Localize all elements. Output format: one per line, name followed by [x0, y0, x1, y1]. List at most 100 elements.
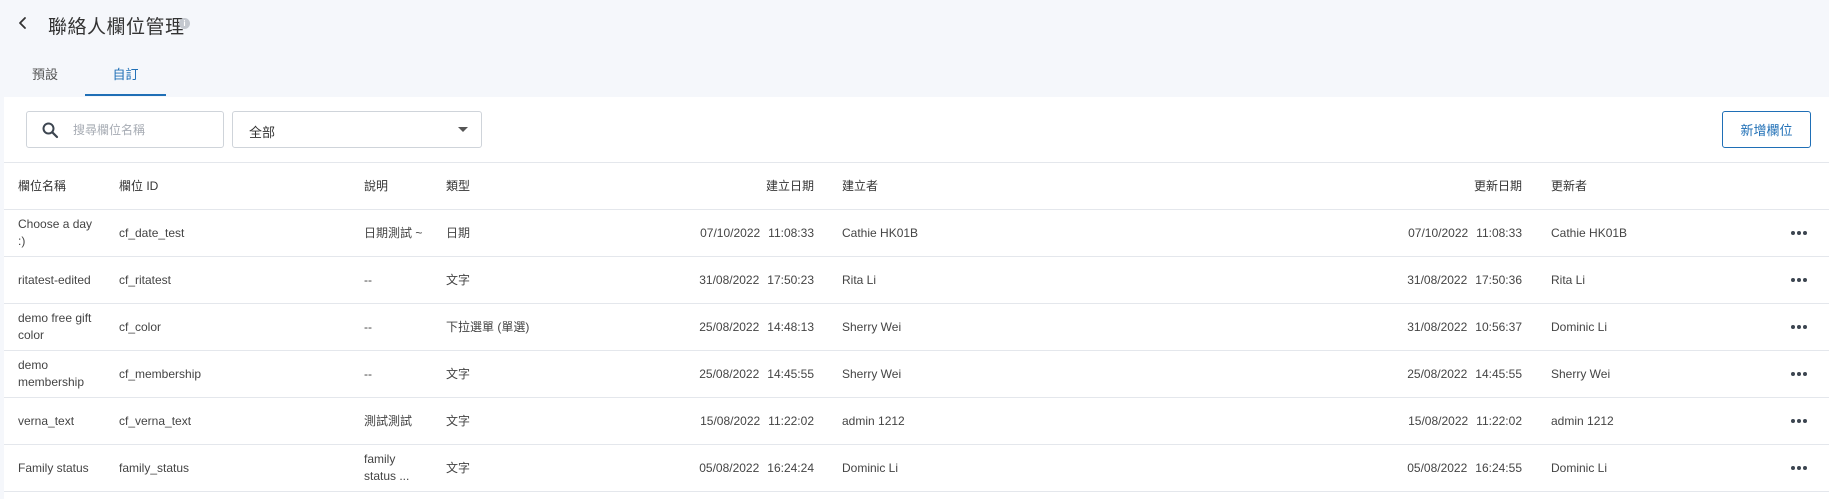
creator: Dominic Li: [842, 460, 899, 475]
created-time: 17:50:23: [767, 272, 814, 287]
updated-time: 14:45:55: [1475, 366, 1522, 381]
creator: Cathie HK01B: [842, 225, 919, 240]
search-input[interactable]: [73, 120, 213, 140]
field-desc: --: [364, 319, 372, 334]
info-icon[interactable]: i: [179, 18, 190, 29]
page-header: 聯絡人欄位管理 i: [0, 0, 1829, 50]
updated-datetime: 31/08/2022 17:50:36: [1204, 257, 1522, 303]
updated-datetime: 31/08/2022 10:56:37: [1204, 304, 1522, 350]
creator: admin 1212: [842, 413, 905, 428]
search-icon: [42, 122, 59, 139]
tab-custom[interactable]: 自訂: [85, 62, 166, 96]
field-id: cf_membership: [119, 366, 202, 381]
created-time: 11:22:02: [768, 413, 814, 428]
field-desc: family status ...: [364, 452, 410, 483]
field-id: family_status: [119, 460, 190, 475]
row-actions: [1784, 257, 1814, 303]
updated-date: 25/08/2022: [1407, 366, 1468, 381]
created-date: 07/10/2022: [700, 225, 761, 240]
created-datetime: 25/08/2022 14:45:55: [604, 351, 814, 397]
field-name: demo membership: [18, 358, 85, 389]
field-type: 下拉選單 (單選): [446, 319, 530, 334]
field-desc: 日期測試 ~: [364, 225, 423, 240]
header-updater[interactable]: 更新者: [1551, 163, 1711, 209]
chevron-down-icon: [458, 127, 468, 132]
table-row[interactable]: ritatest-edited cf_ritatest -- 文字 31/08/2022…: [4, 257, 1829, 304]
updater: Sherry Wei: [1551, 366, 1611, 381]
fields-table: 欄位名稱 欄位 ID 說明 類型 建立日期 建立者 更新日期 更新者 Choos…: [4, 163, 1829, 492]
created-datetime: 31/08/2022 17:50:23: [604, 257, 814, 303]
created-datetime: 05/08/2022 16:24:24: [604, 445, 814, 491]
created-time: 16:24:24: [767, 460, 814, 475]
field-name: Family status: [18, 460, 89, 475]
table-row[interactable]: Family status family_status family status …: [4, 445, 1829, 492]
more-options-icon[interactable]: [1791, 372, 1807, 376]
updater: admin 1212: [1551, 413, 1614, 428]
field-desc: --: [364, 272, 372, 287]
creator: Rita Li: [842, 272, 877, 287]
tab-default[interactable]: 預設: [20, 62, 70, 96]
page-title: 聯絡人欄位管理: [48, 17, 185, 38]
field-type: 文字: [446, 272, 471, 287]
created-time: 11:08:33: [768, 225, 814, 240]
field-id: cf_ritatest: [119, 272, 172, 287]
table-row[interactable]: verna_text cf_verna_text 測試測試 文字 15/08/2022 1…: [4, 398, 1829, 445]
field-type: 文字: [446, 460, 471, 475]
header-created[interactable]: 建立日期: [604, 163, 814, 209]
more-options-icon[interactable]: [1791, 325, 1807, 329]
add-field-button[interactable]: 新增欄位: [1722, 111, 1811, 148]
field-name: ritatest-edited: [18, 272, 91, 287]
row-actions: [1784, 351, 1814, 397]
updated-datetime: 05/08/2022 16:24:55: [1204, 445, 1522, 491]
more-options-icon[interactable]: [1791, 278, 1807, 282]
field-desc: --: [364, 366, 372, 381]
header-type[interactable]: 類型: [446, 163, 606, 209]
fields-card: 全部 新增欄位 欄位名稱 欄位 ID 說明 類型 建立日期 建立者 更新日期 更…: [4, 97, 1829, 499]
table-row[interactable]: Choose a day :) cf_date_test 日期測試 ~ 日期 07/10…: [4, 210, 1829, 257]
field-type: 文字: [446, 413, 471, 428]
created-date: 25/08/2022: [699, 366, 760, 381]
created-datetime: 07/10/2022 11:08:33: [604, 210, 814, 256]
creator: Sherry Wei: [842, 366, 902, 381]
table-row[interactable]: demo membership cf_membership -- 文字 25/08/20…: [4, 351, 1829, 398]
updated-datetime: 25/08/2022 14:45:55: [1204, 351, 1522, 397]
field-type-select[interactable]: 全部: [232, 111, 482, 148]
updated-time: 11:08:33: [1476, 225, 1522, 240]
created-date: 25/08/2022: [699, 319, 760, 334]
table-header-row: 欄位名稱 欄位 ID 說明 類型 建立日期 建立者 更新日期 更新者: [4, 163, 1829, 210]
more-options-icon[interactable]: [1791, 231, 1807, 235]
updater: Dominic Li: [1551, 460, 1608, 475]
created-time: 14:48:13: [767, 319, 814, 334]
header-id[interactable]: 欄位 ID: [119, 163, 349, 209]
select-value: 全部: [249, 125, 276, 140]
search-box[interactable]: [26, 111, 224, 148]
created-date: 05/08/2022: [699, 460, 760, 475]
updated-time: 10:56:37: [1475, 319, 1522, 334]
toolbar: 全部 新增欄位: [4, 97, 1829, 163]
updated-date: 31/08/2022: [1407, 272, 1468, 287]
field-id: cf_date_test: [119, 225, 185, 240]
updated-time: 11:22:02: [1476, 413, 1522, 428]
creator: Sherry Wei: [842, 319, 902, 334]
more-options-icon[interactable]: [1791, 419, 1807, 423]
field-type: 文字: [446, 366, 471, 381]
field-desc: 測試測試: [364, 413, 413, 428]
header-name[interactable]: 欄位名稱: [18, 163, 98, 209]
updated-date: 15/08/2022: [1408, 413, 1469, 428]
row-actions: [1784, 210, 1814, 256]
updated-datetime: 07/10/2022 11:08:33: [1204, 210, 1522, 256]
more-options-icon[interactable]: [1791, 466, 1807, 470]
header-creator[interactable]: 建立者: [842, 163, 1142, 209]
created-time: 14:45:55: [767, 366, 814, 381]
field-name: verna_text: [18, 413, 75, 428]
header-desc: 說明: [364, 178, 389, 193]
field-id: cf_color: [119, 319, 162, 334]
back-arrow-icon[interactable]: [14, 14, 32, 32]
field-name: demo free gift color: [18, 311, 92, 342]
updater: Rita Li: [1551, 272, 1586, 287]
table-row[interactable]: demo free gift color cf_color -- 下拉選單 (單選) 2…: [4, 304, 1829, 351]
header-updated[interactable]: 更新日期: [1204, 163, 1522, 209]
created-datetime: 25/08/2022 14:48:13: [604, 304, 814, 350]
created-datetime: 15/08/2022 11:22:02: [604, 398, 814, 444]
updated-date: 05/08/2022: [1407, 460, 1468, 475]
